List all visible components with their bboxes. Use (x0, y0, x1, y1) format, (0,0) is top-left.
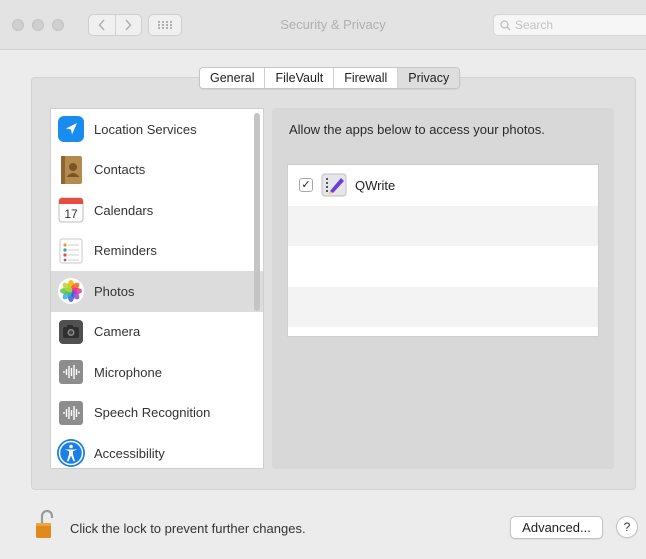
empty-row (288, 246, 598, 287)
tab-filevault[interactable]: FileVault (264, 68, 333, 88)
sidebar-item-microphone[interactable]: Microphone (51, 352, 263, 393)
microphone-waveform-icon (55, 356, 87, 388)
sidebar-item-photos[interactable]: Photos (51, 271, 263, 312)
accessibility-figure-icon (55, 437, 87, 468)
sidebar-item-label: Reminders (94, 243, 157, 259)
access-description: Allow the apps below to access your phot… (289, 122, 545, 137)
camera-icon (55, 316, 87, 348)
search-icon (500, 19, 511, 31)
sidebar-item-contacts[interactable]: Contacts (51, 150, 263, 191)
sidebar-item-label: Calendars (94, 202, 154, 218)
reminders-list-icon (55, 235, 87, 267)
sidebar-item-accessibility[interactable]: Accessibility (51, 433, 263, 468)
sidebar-item-label: Location Services (94, 121, 197, 137)
unlocked-padlock-icon[interactable] (34, 509, 58, 541)
location-arrow-icon (55, 113, 87, 145)
table-row[interactable]: ✓ QWrite (288, 165, 598, 206)
tab-bar: General FileVault Firewall Privacy (199, 67, 461, 89)
search-field[interactable]: Search (493, 14, 646, 36)
sidebar-item-label: Accessibility (94, 445, 165, 461)
qwrite-app-icon (321, 172, 347, 198)
sidebar-scrollbar[interactable] (254, 113, 260, 311)
photos-flower-icon (55, 275, 87, 307)
sidebar-item-camera[interactable]: Camera (51, 312, 263, 353)
speech-waveform-icon (55, 397, 87, 429)
sidebar-item-label: Camera (94, 324, 141, 340)
help-button[interactable]: ? (616, 516, 638, 538)
empty-row (288, 205, 598, 246)
sidebar-item-label: Contacts (94, 162, 146, 178)
tab-firewall[interactable]: Firewall (333, 68, 397, 88)
sidebar-item-speech-recognition[interactable]: Speech Recognition (51, 393, 263, 434)
advanced-button[interactable]: Advanced... (510, 516, 603, 539)
sidebar-item-label: Speech Recognition (94, 405, 211, 421)
sidebar-item-reminders[interactable]: Reminders (51, 231, 263, 272)
search-placeholder: Search (515, 18, 554, 32)
tab-privacy[interactable]: Privacy (397, 68, 460, 88)
title-bar: Security & Privacy Search (0, 0, 646, 50)
sidebar-item-label: Microphone (94, 364, 162, 380)
sidebar-item-label: Photos (94, 283, 135, 299)
tab-general[interactable]: General (200, 68, 264, 88)
sidebar-item-calendars[interactable]: 17 Calendars (51, 190, 263, 231)
calendar-icon: 17 (55, 194, 87, 226)
calendar-day: 17 (64, 207, 78, 222)
app-access-checkbox[interactable]: ✓ (299, 178, 313, 193)
empty-row (288, 286, 598, 327)
privacy-category-list: Location Services Contacts 17 Calendars … (50, 108, 264, 469)
contacts-book-icon (55, 154, 87, 186)
sidebar-item-location-services[interactable]: Location Services (51, 109, 263, 150)
detail-pane: Allow the apps below to access your phot… (272, 108, 614, 469)
app-name: QWrite (355, 177, 396, 193)
app-access-list: ✓ QWrite (287, 164, 599, 337)
lock-status-text: Click the lock to prevent further change… (70, 521, 306, 536)
